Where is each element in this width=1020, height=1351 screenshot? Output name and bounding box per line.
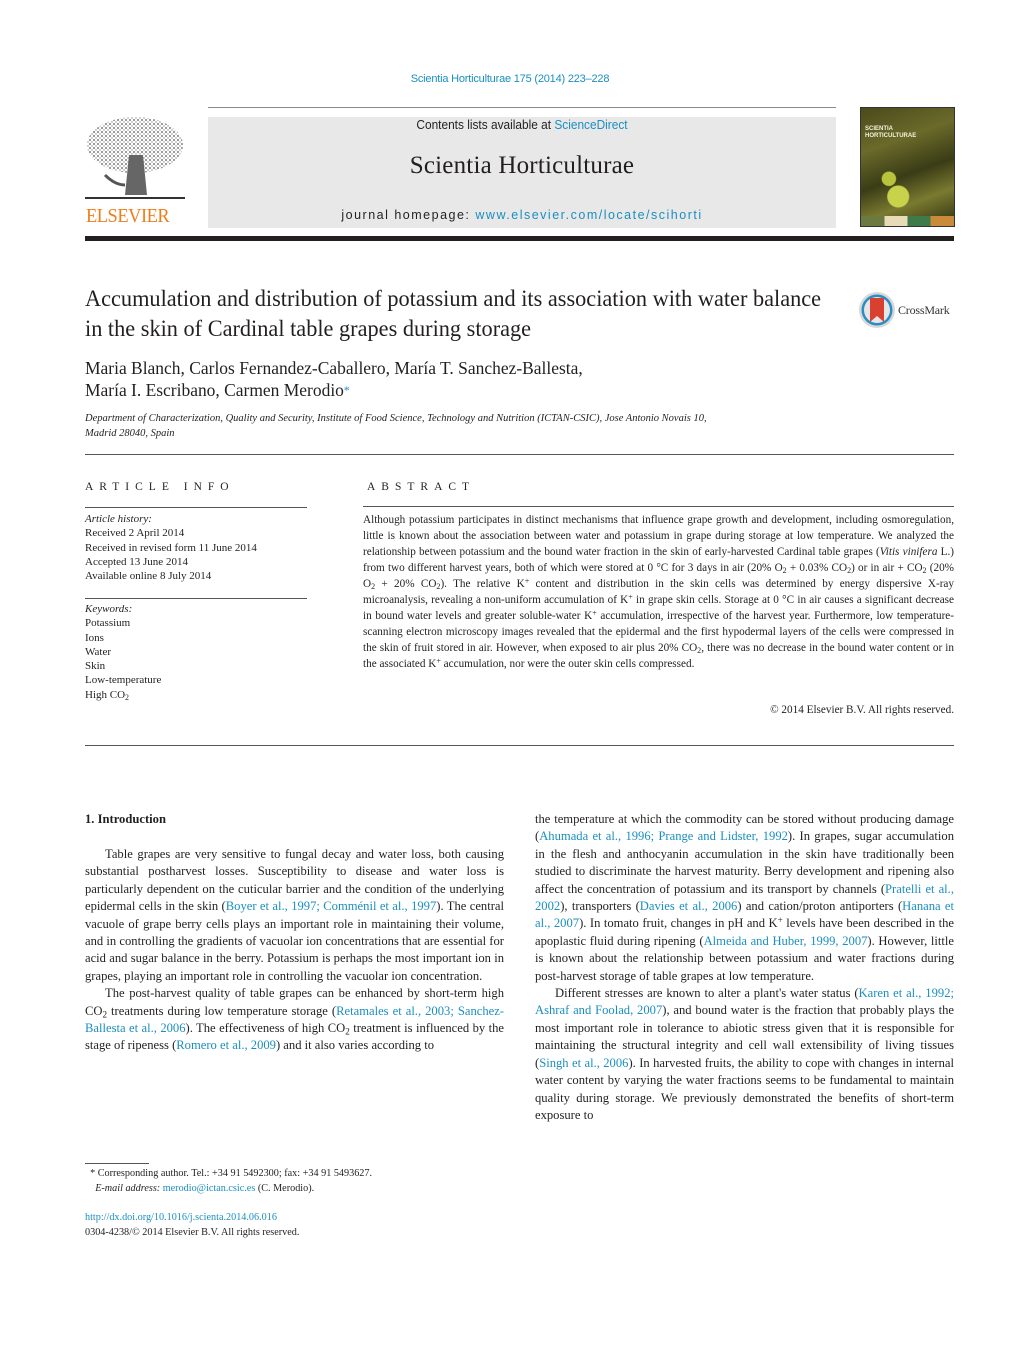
footnote: * Corresponding author. Tel.: +34 91 549… xyxy=(85,1167,515,1196)
corresponding-author-note: * Corresponding author. Tel.: +34 91 549… xyxy=(90,1168,373,1179)
introduction-heading: 1. Introduction xyxy=(85,812,166,826)
species-name: Vitis vinifera xyxy=(879,545,938,558)
cover-strip xyxy=(861,216,954,226)
affiliation-line-2: Madrid 28040, Spain xyxy=(85,428,175,439)
keyword-item: Ions xyxy=(85,631,104,644)
citation-link[interactable]: Singh et al., 2006 xyxy=(539,1056,628,1070)
authors-line-2: María I. Escribano, Carmen Merodio* xyxy=(85,379,764,401)
history-item: Accepted 13 June 2014 xyxy=(85,555,188,568)
keywords-label: Keywords: xyxy=(85,603,133,615)
paragraph: Different stresses are known to alter a … xyxy=(535,986,955,1122)
keyword-text: High CO xyxy=(85,688,126,701)
history-label: Article history: xyxy=(85,513,152,525)
journal-banner: Contents lists available at ScienceDirec… xyxy=(208,117,836,228)
cover-title-line1: SCIENTIA xyxy=(865,126,894,132)
cover-title-line2: HORTICULTURAE xyxy=(865,133,917,139)
citation-link[interactable]: Romero et al., 2009 xyxy=(176,1038,276,1052)
history-item: Available online 8 July 2014 xyxy=(85,570,212,583)
journal-homepage-link[interactable]: www.elsevier.com/locate/scihorti xyxy=(475,208,702,222)
email-link[interactable]: merodio@ictan.csic.es xyxy=(163,1183,256,1194)
article-title: Accumulation and distribution of potassi… xyxy=(85,286,822,341)
history-item: Received in revised form 11 June 2014 xyxy=(85,541,257,554)
keyword-item: High CO2 xyxy=(85,688,315,702)
paragraph: The post-harvest quality of table grapes… xyxy=(85,986,505,1053)
body-column-left: Table grapes are very sensitive to funga… xyxy=(85,846,504,1055)
cover-title: SCIENTIA HORTICULTURAE xyxy=(865,126,916,140)
doi-block: http://dx.doi.org/10.1016/j.scienta.2014… xyxy=(85,1211,299,1240)
paragraph: Table grapes are very sensitive to funga… xyxy=(85,847,505,983)
abstract-rule xyxy=(363,506,954,507)
affiliation: Department of Characterization, Quality … xyxy=(85,411,845,441)
doi-link[interactable]: http://dx.doi.org/10.1016/j.scienta.2014… xyxy=(85,1212,277,1223)
abstract-body: Although potassium participates in disti… xyxy=(363,514,955,670)
journal-name: Scientia Horticulturae xyxy=(409,152,635,179)
homepage-prefix: journal homepage: xyxy=(341,208,476,222)
crossmark-icon xyxy=(859,292,895,328)
article-info-rule xyxy=(85,507,307,508)
keyword-item: Low-temperature xyxy=(85,674,162,687)
authors-line-1: Maria Blanch, Carlos Fernandez-Caballero… xyxy=(85,358,583,378)
article-info-heading: ARTICLE INFO xyxy=(85,481,235,493)
paragraph: the temperature at which the commodity c… xyxy=(535,812,954,983)
header-thick-rule xyxy=(85,236,954,241)
homepage-line: journal homepage: www.elsevier.com/locat… xyxy=(208,208,836,222)
divider xyxy=(85,745,954,746)
elsevier-wordmark: ELSEVIER xyxy=(86,205,170,227)
header-top-rule xyxy=(208,107,836,108)
keywords: Keywords: Potassium Ions Water Skin Low-… xyxy=(85,602,315,702)
keyword-item: Skin xyxy=(85,660,106,673)
email-note: E-mail address: merodio@ictan.csic.es (C… xyxy=(95,1182,315,1194)
divider xyxy=(85,454,954,455)
issn-copyright: 0304-4238/© 2014 Elsevier B.V. All right… xyxy=(85,1226,300,1238)
history-item: Received 2 April 2014 xyxy=(85,527,185,540)
keyword-item: Water xyxy=(85,645,111,658)
citation-link[interactable]: Ahumada et al., 1996; Prange and Lidster… xyxy=(539,829,788,843)
article-history: Article history: Received 2 April 2014 R… xyxy=(85,512,315,583)
citation-link[interactable]: Boyer et al., 1997; Comménil et al., 199… xyxy=(226,899,437,913)
abstract-copyright: © 2014 Elsevier B.V. All rights reserved… xyxy=(770,704,954,716)
abstract-heading: ABSTRACT xyxy=(367,481,476,493)
contents-line: Contents lists available at ScienceDirec… xyxy=(224,118,821,132)
footnote-rule xyxy=(85,1163,149,1164)
tree-icon xyxy=(85,117,185,199)
journal-citation-link[interactable]: Scientia Horticulturae 175 (2014) 223–22… xyxy=(0,73,1020,85)
contents-prefix: Contents lists available at xyxy=(416,118,555,132)
crossmark-label[interactable]: CrossMark xyxy=(898,303,950,318)
citation-link[interactable]: Almeida and Huber, 1999, 2007 xyxy=(704,934,868,948)
crossmark-badge[interactable] xyxy=(858,291,896,329)
keyword-item: Potassium xyxy=(85,617,131,630)
keywords-rule xyxy=(85,598,307,599)
journal-cover-image[interactable]: SCIENTIA HORTICULTURAE xyxy=(860,107,955,227)
author-list: Maria Blanch, Carlos Fernandez-Caballero… xyxy=(85,357,764,401)
affiliation-line-1: Department of Characterization, Quality … xyxy=(85,413,707,424)
subscript: 2 xyxy=(125,692,129,702)
body-column-right: the temperature at which the commodity c… xyxy=(535,811,954,1124)
authors-line-2-text: María I. Escribano, Carmen Merodio xyxy=(85,380,344,400)
corresponding-author-marker[interactable]: * xyxy=(344,383,350,397)
sciencedirect-link[interactable]: ScienceDirect xyxy=(554,118,627,132)
citation-link[interactable]: Davies et al., 2006 xyxy=(640,899,738,913)
